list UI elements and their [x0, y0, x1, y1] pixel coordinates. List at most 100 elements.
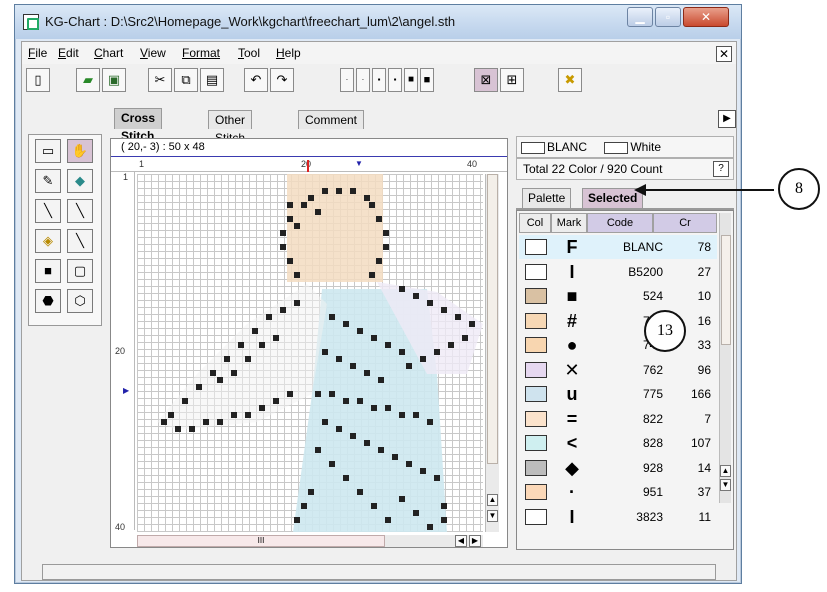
color-swatch — [525, 484, 547, 500]
table-row[interactable]: ●74533 — [519, 333, 717, 357]
tab-other-stitch[interactable]: Other Stitch — [208, 110, 253, 145]
stitch-count: 37 — [697, 485, 711, 499]
tab-palette[interactable]: Palette — [522, 188, 572, 208]
total-count: Total 22 Color / 920 Count — [523, 162, 663, 176]
table-row[interactable]: = 822 7 — [519, 407, 717, 431]
eraser-icon[interactable]: ◆ — [67, 169, 93, 193]
save-icon[interactable]: ▣ — [102, 68, 126, 92]
left-color-swatch[interactable] — [521, 141, 545, 154]
rect-icon[interactable]: ▢ — [67, 259, 93, 283]
paste-icon[interactable]: ▤ — [200, 68, 224, 92]
table-scroll-down-icon[interactable]: ▼ — [720, 479, 731, 491]
stitch-count: 10 — [697, 289, 711, 303]
menu-format[interactable]: Format — [182, 46, 220, 60]
stitch-size-4-icon[interactable]: ▪ — [388, 68, 402, 92]
undo-icon[interactable]: ↶ — [244, 68, 268, 92]
chart-canvas[interactable]: ( 20,- 3) : 50 x 48 1 20 40 ▼ 1 20 40 ▶ — [110, 138, 508, 548]
menu-chart[interactable]: Chart — [94, 46, 123, 60]
stitch-count: 27 — [697, 264, 711, 279]
cut-icon[interactable]: ✂ — [148, 68, 172, 92]
stitch-size-2-icon[interactable]: · — [356, 68, 370, 92]
header-code[interactable]: Code — [587, 213, 653, 233]
table-row[interactable]: ✕ 762 96 — [519, 358, 717, 382]
minimize-button[interactable]: ▁ — [627, 7, 653, 27]
color-code: 3823 — [636, 509, 663, 524]
line-2-icon[interactable]: ╲ — [67, 199, 93, 223]
select-rect-icon[interactable]: ▭ — [35, 139, 61, 163]
callout-13: 13 — [644, 310, 686, 352]
menu-file[interactable]: File — [28, 46, 47, 60]
header-col[interactable]: Col — [519, 213, 551, 233]
settings-icon[interactable]: ✖ — [558, 68, 582, 92]
right-color-swatch[interactable] — [604, 141, 629, 154]
info-button[interactable]: ? — [713, 161, 729, 177]
redo-icon[interactable]: ↷ — [270, 68, 294, 92]
stitch-count: 78 — [697, 240, 711, 254]
menu-view[interactable]: View — [140, 46, 166, 60]
maximize-button[interactable]: ▫ — [655, 7, 681, 27]
header-count[interactable]: Cr — [653, 213, 717, 233]
ruler-top-20: 20 — [301, 159, 312, 169]
horizontal-scrollbar[interactable]: III ◀ ▶ — [137, 535, 483, 547]
stitch-size-5-icon[interactable]: ■ — [404, 68, 418, 92]
stitch-size-3-icon[interactable]: ▪ — [372, 68, 386, 92]
scroll-right-icon[interactable]: ▶ — [469, 535, 481, 547]
table-scrollbar[interactable]: ▲ ▼ — [719, 213, 731, 503]
scroll-down-icon[interactable]: ▼ — [487, 510, 498, 522]
hand-icon[interactable]: ✋ — [67, 139, 93, 163]
table-row[interactable]: ◆ 928 14 — [519, 456, 717, 480]
stitch-size-1-icon[interactable]: · — [340, 68, 354, 92]
stitch-size-6-icon[interactable]: ■ — [420, 68, 434, 92]
fill-icon[interactable]: ◈ — [35, 229, 61, 253]
pencil-icon[interactable]: ✎ — [35, 169, 61, 193]
line-icon[interactable]: ╲ — [35, 199, 61, 223]
table-row[interactable]: I 3823 11 — [519, 505, 717, 529]
color-code: 951 — [642, 485, 663, 499]
stitch-mark: u — [566, 384, 578, 404]
menu-help[interactable]: Help — [276, 46, 301, 60]
vertical-scroll-thumb[interactable] — [487, 174, 498, 464]
tab-cross-stitch[interactable]: Cross Stitch — [114, 108, 163, 143]
scroll-up-icon[interactable]: ▲ — [487, 494, 498, 506]
scroll-left-icon[interactable]: ◀ — [455, 535, 467, 547]
document-close-icon[interactable]: ✕ — [716, 46, 732, 62]
header-mark[interactable]: Mark — [551, 213, 587, 233]
new-document-icon[interactable]: ▯ — [26, 68, 50, 92]
grid-toggle-icon[interactable]: ⊞ — [500, 68, 524, 92]
filled-ellipse-icon[interactable]: ⬣ — [35, 289, 61, 313]
ellipse-icon[interactable]: ⬡ — [67, 289, 93, 313]
table-row[interactable]: F BLANC 78 — [519, 235, 717, 259]
color-table[interactable]: Col Mark Code Cr F BLANC 78 I B5200 27 ■ 524 10 #… — [516, 210, 734, 550]
grid-view-icon[interactable]: ⊠ — [474, 68, 498, 92]
filled-rect-icon[interactable]: ■ — [35, 259, 61, 283]
table-row[interactable]: · 951 37 — [519, 480, 717, 504]
stitch-count: 96 — [697, 362, 711, 377]
table-scroll-up-icon[interactable]: ▲ — [720, 465, 731, 477]
color-code: 928 — [642, 460, 663, 475]
table-scroll-thumb[interactable] — [721, 235, 731, 345]
table-row[interactable]: I B5200 27 — [519, 260, 717, 284]
color-swatch — [525, 263, 547, 280]
ruler-left-20: 20 — [115, 346, 126, 356]
table-row[interactable]: <828 107 — [519, 431, 717, 455]
stitch-mark: ◆ — [565, 457, 579, 478]
close-button[interactable]: ✕ — [683, 7, 729, 27]
stitch-grid[interactable] — [137, 174, 483, 532]
ruler-left-1: 1 — [123, 172, 129, 182]
tab-comment[interactable]: Comment — [298, 110, 365, 129]
open-folder-icon[interactable]: ▰ — [76, 68, 100, 92]
client-area: File Edit Chart View Format Tool Help ✕ … — [21, 41, 737, 581]
table-row[interactable]: #73916 — [519, 309, 717, 333]
menu-edit[interactable]: Edit — [58, 46, 79, 60]
back-stitch-icon[interactable]: ╲ — [67, 229, 93, 253]
table-row[interactable]: ■ 524 10 — [519, 284, 717, 308]
vertical-scrollbar[interactable]: ▲ ▼ — [485, 174, 499, 532]
stitch-mark: < — [566, 433, 578, 453]
copy-icon[interactable]: ⧉ — [174, 68, 198, 92]
table-row[interactable]: u 775 166 — [519, 382, 717, 406]
panel-toggle-icon[interactable]: ▶ — [718, 110, 736, 128]
menu-tool[interactable]: Tool — [238, 46, 260, 60]
ruler-top-1: 1 — [139, 159, 145, 169]
stitch-count: 14 — [697, 460, 711, 475]
horizontal-scroll-thumb[interactable]: III — [137, 535, 385, 547]
